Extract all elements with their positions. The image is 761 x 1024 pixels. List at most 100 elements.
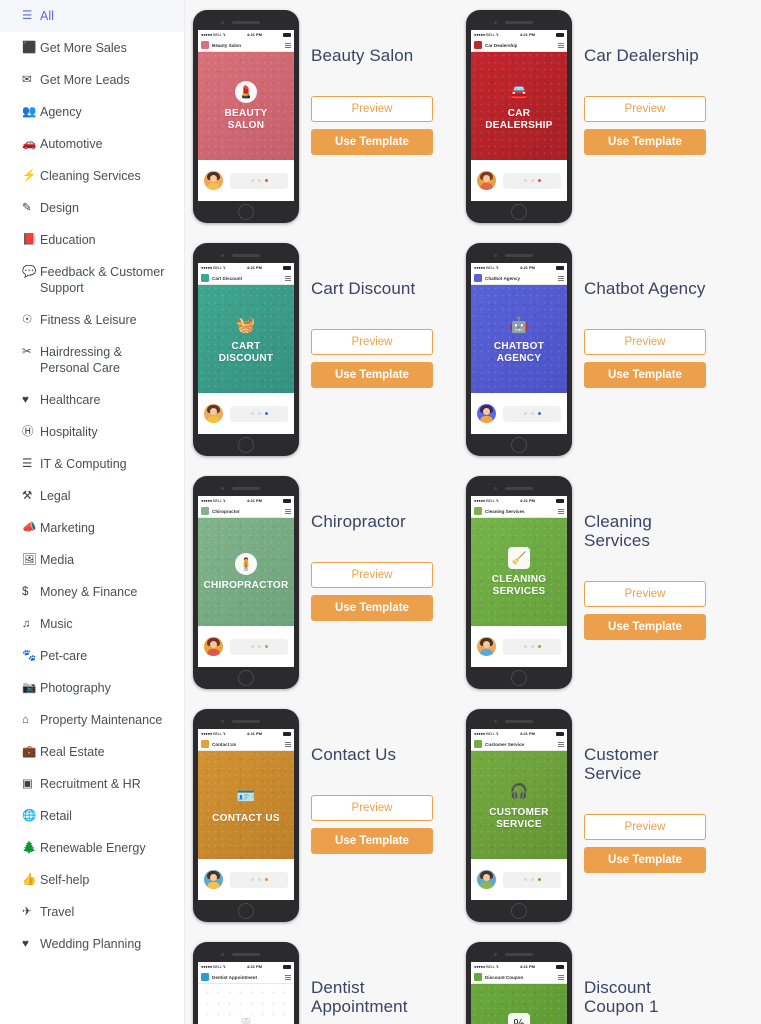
sidebar-item-get-more-leads[interactable]: ✉ Get More Leads: [0, 64, 184, 96]
preview-button[interactable]: Preview: [584, 581, 706, 607]
hamburger-menu-icon[interactable]: [558, 974, 564, 980]
avatar: [477, 171, 496, 190]
home-icon: ⌂: [22, 714, 29, 726]
hamburger-menu-icon[interactable]: [558, 42, 564, 48]
preview-button[interactable]: Preview: [584, 329, 706, 355]
app-logo-icon: [201, 507, 209, 515]
sidebar-item-pet-care[interactable]: 🐾 Pet-care: [0, 640, 184, 672]
sidebar-item-self-help[interactable]: 👍 Self-help: [0, 864, 184, 896]
use-template-button[interactable]: Use Template: [311, 362, 433, 388]
phone-screen: ●●●●● BELL ↯ 4:21 PM Discount Coupon ％DISCO…: [471, 962, 567, 1024]
carrier-label: ●●●●● BELL ↯: [474, 731, 499, 736]
sidebar-item-cleaning-services[interactable]: ⚡ Cleaning Services: [0, 160, 184, 192]
preview-button[interactable]: Preview: [311, 562, 433, 588]
headset-agent-icon: 🎧: [509, 782, 529, 800]
sidebar-item-automotive[interactable]: 🚗 Automotive: [0, 128, 184, 160]
sidebar-item-property-maintenance[interactable]: ⌂ Property Maintenance: [0, 704, 184, 736]
plane-icon: ✈: [22, 906, 32, 918]
typing-dot: [257, 179, 261, 182]
sidebar-item-renewable-energy[interactable]: 🌲 Renewable Energy: [0, 832, 184, 864]
sidebar-item-legal[interactable]: ⚒ Legal: [0, 480, 184, 512]
template-card: ●●●●● BELL ↯ 4:21 PM Car Dealership 🚘 CAR DEA…: [458, 8, 731, 241]
avatar-face: [483, 641, 490, 648]
use-template-button[interactable]: Use Template: [584, 362, 706, 388]
image-icon: 🖼: [22, 554, 37, 566]
template-hero-banner: 💄 BEAUTY SALON: [198, 52, 294, 160]
sidebar-item-hospitality[interactable]: Ⓗ Hospitality: [0, 416, 184, 448]
app-header-bar: Chatbot Agency: [471, 272, 567, 285]
use-template-button[interactable]: Use Template: [311, 129, 433, 155]
sidebar-item-all[interactable]: ☰ All: [0, 0, 184, 32]
sidebar-item-hairdressing-personal-care[interactable]: ✂ Hairdressing & Personal Care: [0, 336, 184, 384]
hero-title-line-1: CUSTOMER: [489, 807, 549, 818]
sidebar-item-retail[interactable]: 🌐 Retail: [0, 800, 184, 832]
use-template-button[interactable]: Use Template: [584, 614, 706, 640]
use-template-button[interactable]: Use Template: [584, 129, 706, 155]
sidebar-item-music[interactable]: ♫ Music: [0, 608, 184, 640]
typing-dot-active: [537, 878, 541, 881]
sidebar-item-wedding-planning[interactable]: ♥ Wedding Planning: [0, 928, 184, 960]
use-template-button[interactable]: Use Template: [311, 595, 433, 621]
avatar-body: [480, 183, 493, 190]
chat-preview-row: [471, 626, 567, 667]
hamburger-menu-icon[interactable]: [558, 275, 564, 281]
hamburger-menu-icon[interactable]: [558, 741, 564, 747]
hamburger-menu-icon[interactable]: [285, 741, 291, 747]
sidebar-item-get-more-sales[interactable]: ⬛ Get More Sales: [0, 32, 184, 64]
sidebar-item-real-estate[interactable]: 💼 Real Estate: [0, 736, 184, 768]
clock-label: 4:21 PM: [246, 265, 263, 270]
hamburger-menu-icon[interactable]: [285, 974, 291, 980]
preview-button[interactable]: Preview: [311, 329, 433, 355]
template-card: ●●●●● BELL ↯ 4:21 PM Chatbot Agency 🤖 CHATBO…: [458, 241, 731, 474]
bullhorn-icon: 📣: [22, 522, 37, 534]
battery-indicator: [556, 32, 564, 37]
home-button-icon: [511, 903, 527, 919]
app-header-bar: Contact Us: [198, 738, 294, 751]
car-icon: 🚗: [22, 138, 37, 150]
chat-preview-row: [198, 160, 294, 201]
phone-status-bar: ●●●●● BELL ↯ 4:21 PM: [471, 962, 567, 971]
globe-icon: 🌐: [22, 810, 37, 822]
preview-button[interactable]: Preview: [311, 795, 433, 821]
chat-preview-row: [471, 393, 567, 434]
hero-title-line-2: DISCOUNT: [218, 352, 274, 364]
hamburger-menu-icon[interactable]: [285, 275, 291, 281]
typing-dot: [250, 412, 254, 415]
carrier-label: ●●●●● BELL ↯: [201, 498, 226, 503]
sidebar-item-label: Music: [40, 617, 73, 631]
use-template-button[interactable]: Use Template: [584, 847, 706, 873]
battery-indicator: [283, 32, 291, 37]
sidebar-item-travel[interactable]: ✈ Travel: [0, 896, 184, 928]
sidebar-item-fitness-leisure[interactable]: ☉ Fitness & Leisure: [0, 304, 184, 336]
template-title: Discount Coupon 1: [584, 978, 659, 1016]
sidebar-item-label: Media: [40, 553, 75, 567]
sidebar-item-agency[interactable]: 👥 Agency: [0, 96, 184, 128]
preview-button[interactable]: Preview: [584, 814, 706, 840]
hero-title-line-1: BEAUTY: [224, 108, 268, 119]
phone-mockup: ●●●●● BELL ↯ 4:21 PM Discount Coupon ％DISCO…: [466, 942, 572, 1024]
sidebar-item-it-computing[interactable]: ☰ IT & Computing: [0, 448, 184, 480]
sidebar-item-label: Photography: [40, 681, 111, 695]
gavel-icon: ⚒: [22, 490, 33, 502]
sidebar-item-design[interactable]: ✎ Design: [0, 192, 184, 224]
typing-dot: [530, 645, 534, 648]
avatar-face: [483, 175, 490, 182]
use-template-button[interactable]: Use Template: [311, 828, 433, 854]
sidebar-item-money-finance[interactable]: $ Money & Finance: [0, 576, 184, 608]
sidebar-item-education[interactable]: 📕 Education: [0, 224, 184, 256]
preview-button[interactable]: Preview: [311, 96, 433, 122]
sidebar-item-photography[interactable]: 📷 Photography: [0, 672, 184, 704]
avatar-face: [210, 641, 217, 648]
template-info: Cart Discount Preview Use Template: [299, 241, 458, 395]
sidebar-item-marketing[interactable]: 📣 Marketing: [0, 512, 184, 544]
hamburger-menu-icon[interactable]: [285, 508, 291, 514]
sidebar-item-recruitment-hr[interactable]: ▣ Recruitment & HR: [0, 768, 184, 800]
hamburger-menu-icon[interactable]: [558, 508, 564, 514]
app-header-bar: Cart Discount: [198, 272, 294, 285]
sidebar-item-healthcare[interactable]: ♥ Healthcare: [0, 384, 184, 416]
sidebar-item-feedback-customer-support[interactable]: 💬 Feedback & Customer Support: [0, 256, 184, 304]
hamburger-menu-icon[interactable]: [285, 42, 291, 48]
preview-button[interactable]: Preview: [584, 96, 706, 122]
sidebar-item-label: Cleaning Services: [40, 169, 141, 183]
sidebar-item-media[interactable]: 🖼 Media: [0, 544, 184, 576]
